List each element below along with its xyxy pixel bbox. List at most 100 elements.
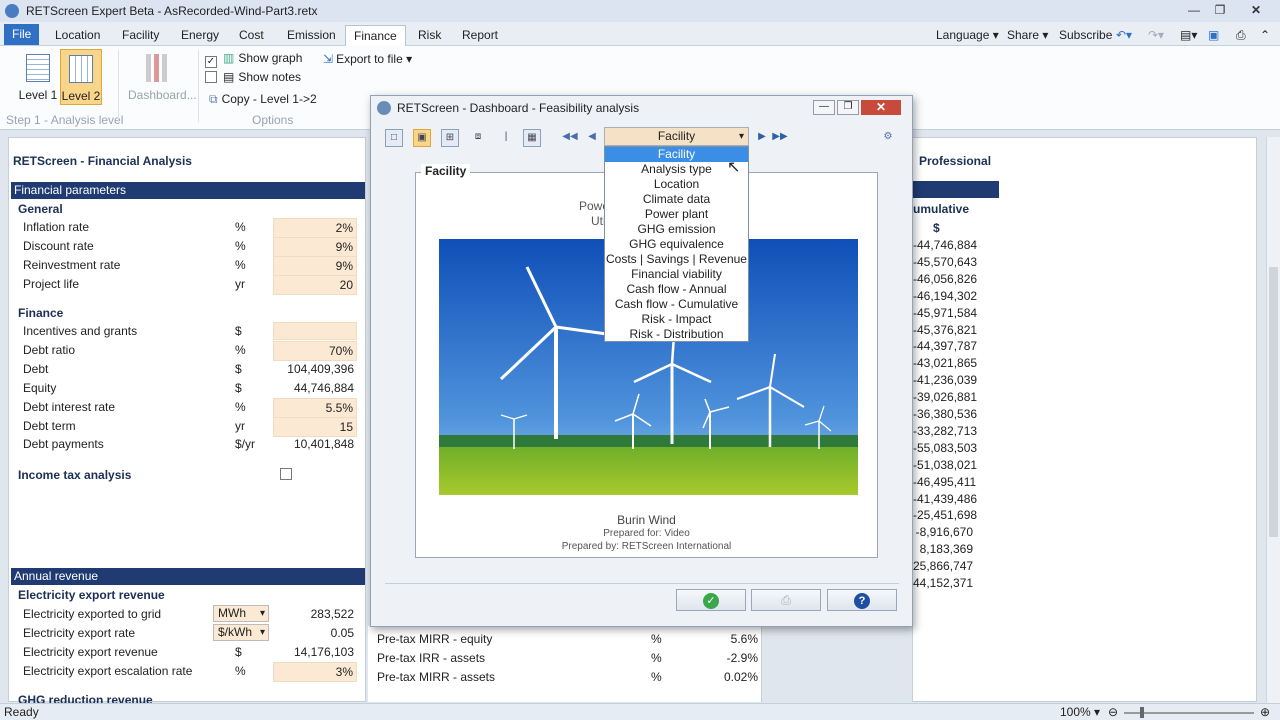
row-unit: % [235,220,246,234]
settings-icon[interactable]: ⚙ [879,129,897,147]
row-unit: % [235,343,246,357]
dropdown-option[interactable]: Power plant [605,207,748,222]
debt-ratio-input[interactable]: 70% [273,341,357,361]
dropdown-option[interactable]: GHG equivalence [605,237,748,252]
printer-icon[interactable]: ⎙ [1228,25,1254,46]
row-label: Electricity export escalation rate [23,664,193,678]
section-select[interactable]: Facility [604,127,749,146]
dropdown-option[interactable]: Costs | Savings | Revenue [605,252,748,267]
dropdown-option[interactable]: Financial viability [605,267,748,282]
row-inflation-rate: Inflation rate% 2% [23,218,363,238]
dropdown-option[interactable]: Risk - Impact [605,312,748,327]
menu-risk[interactable]: Risk [410,25,449,46]
dropdown-option[interactable]: Cash flow - Annual [605,282,748,297]
ok-button[interactable]: ✓ [676,589,746,611]
copy-level-button[interactable]: ⧉ Copy - Level 1->2 [209,92,317,107]
show-graph-checkbox[interactable]: ✓ ▥ Show graph [205,51,302,68]
row-escalation-rate: Electricity export escalation rate% 3% [23,662,363,682]
cumulative-value: -39,026,881 [913,390,978,405]
redo-icon[interactable]: ↷▾ [1140,25,1172,46]
dropdown-option[interactable]: Risk - Distribution [605,327,748,342]
zoom-slider-thumb[interactable] [1140,707,1144,718]
menu-language[interactable]: Language ▾ [928,25,1007,46]
dropdown-option[interactable]: Location [605,177,748,192]
inflation-rate-input[interactable]: 2% [273,218,357,238]
zoom-in-icon[interactable]: ⊕ [1260,704,1270,720]
close-button[interactable]: ✕ [1244,2,1268,18]
row-unit: $ [235,324,242,338]
dropdown-option[interactable]: Cash flow - Cumulative [605,297,748,312]
window-titlebar: RETScreen Expert Beta - AsRecorded-Wind-… [0,0,1280,22]
grid-document-icon [69,55,93,83]
zoom-level[interactable]: 100% ▾ [1060,704,1100,720]
split-view-icon[interactable]: ⧈ [469,129,487,147]
row-label: Equity [23,381,57,395]
row-unit: % [235,400,246,414]
dropdown-option[interactable]: Climate data [605,192,748,207]
menu-report[interactable]: Report [454,25,506,46]
income-tax-checkbox[interactable] [280,468,292,480]
first-page-icon[interactable]: ◀◀ [561,129,579,147]
export-to-file-button[interactable]: ⇲ Export to file ▾ [323,52,412,66]
menu-facility[interactable]: Facility [114,25,167,46]
page-view-icon[interactable]: ▣ [413,129,431,147]
menu-location[interactable]: Location [47,25,108,46]
project-life-input[interactable]: 20 [273,275,357,295]
row-label: Debt payments [23,437,104,451]
discount-rate-input[interactable]: 9% [273,237,357,257]
level2-button[interactable]: Level 2 [60,49,102,105]
section-header-financial-parameters: Financial parameters [11,182,365,199]
row-irr-assets: Pre-tax IRR - assets% -2.9% [377,649,758,667]
scrollbar-thumb[interactable] [1269,267,1278,537]
show-notes-label: Show notes [238,70,302,84]
grid-view-icon[interactable]: ⊞ [441,129,459,147]
debt-term-input[interactable]: 15 [273,417,357,437]
cumulative-value: 8,183,369 [919,542,973,557]
collapse-ribbon-icon[interactable]: ⌃ [1252,25,1278,46]
minimize-button[interactable]: — [1182,2,1206,18]
menu-emission[interactable]: Emission [279,25,344,46]
row-label: Pre-tax IRR - assets [377,651,486,665]
print-button[interactable]: ⎙ [751,589,821,611]
save-icon[interactable]: ▣ [1200,25,1227,46]
report-icon[interactable]: ▦ [523,129,541,147]
menu-share[interactable]: Share ▾ [999,25,1056,46]
last-page-icon[interactable]: ▶▶ [771,129,789,147]
row-label: Debt term [23,419,76,433]
ribbon-divider [198,50,199,122]
cumulative-value: -55,083,503 [913,440,978,455]
checkmark-icon: ✓ [703,593,719,609]
zoom-out-icon[interactable]: ⊖ [1108,704,1118,720]
show-notes-checkbox[interactable]: ▤ Show notes [205,70,301,84]
reinvestment-rate-input[interactable]: 9% [273,256,357,276]
menu-finance[interactable]: Finance [345,25,406,46]
previous-page-icon[interactable]: ◀ [583,129,601,147]
undo-icon[interactable]: ↶▾ [1108,25,1140,46]
maximize-button[interactable]: ❐ [1208,2,1232,18]
debt-interest-input[interactable]: 5.5% [273,398,357,418]
middle-panel: Pre-tax MIRR - equity% 5.6% Pre-tax IRR -… [368,626,762,702]
help-button[interactable]: ? [827,589,897,611]
row-unit: % [235,258,246,272]
menu-cost[interactable]: Cost [231,25,272,46]
menu-file[interactable]: File [4,24,40,45]
level1-button[interactable]: Level 1 [18,52,58,104]
dashboard-button[interactable]: Dashboard... [128,52,197,102]
single-view-icon[interactable]: □ [385,129,403,147]
dialog-close-button[interactable]: ✕ [861,100,901,115]
unit-dropdown[interactable]: $/kWh [213,624,269,641]
menu-energy[interactable]: Energy [173,25,227,46]
row-debt-payments: Debt payments $/yr 10,401,848 [23,435,363,453]
dialog-maximize-button[interactable]: ❐ [837,100,859,115]
row-debt-term: Debt term yr 15 [23,417,363,437]
cumulative-value: -25,451,698 [913,508,978,523]
unit-dropdown[interactable]: MWh [213,605,269,622]
next-page-icon[interactable]: ▶ [753,129,771,147]
incentives-input[interactable] [273,322,357,340]
cumulative-value: -46,495,411 [913,474,977,489]
escalation-rate-input[interactable]: 3% [273,662,357,682]
dialog-minimize-button[interactable]: — [813,100,835,115]
dropdown-option[interactable]: GHG emission [605,222,748,237]
vertical-scrollbar[interactable] [1266,137,1280,702]
cumulative-value: -51,038,021 [913,457,978,472]
